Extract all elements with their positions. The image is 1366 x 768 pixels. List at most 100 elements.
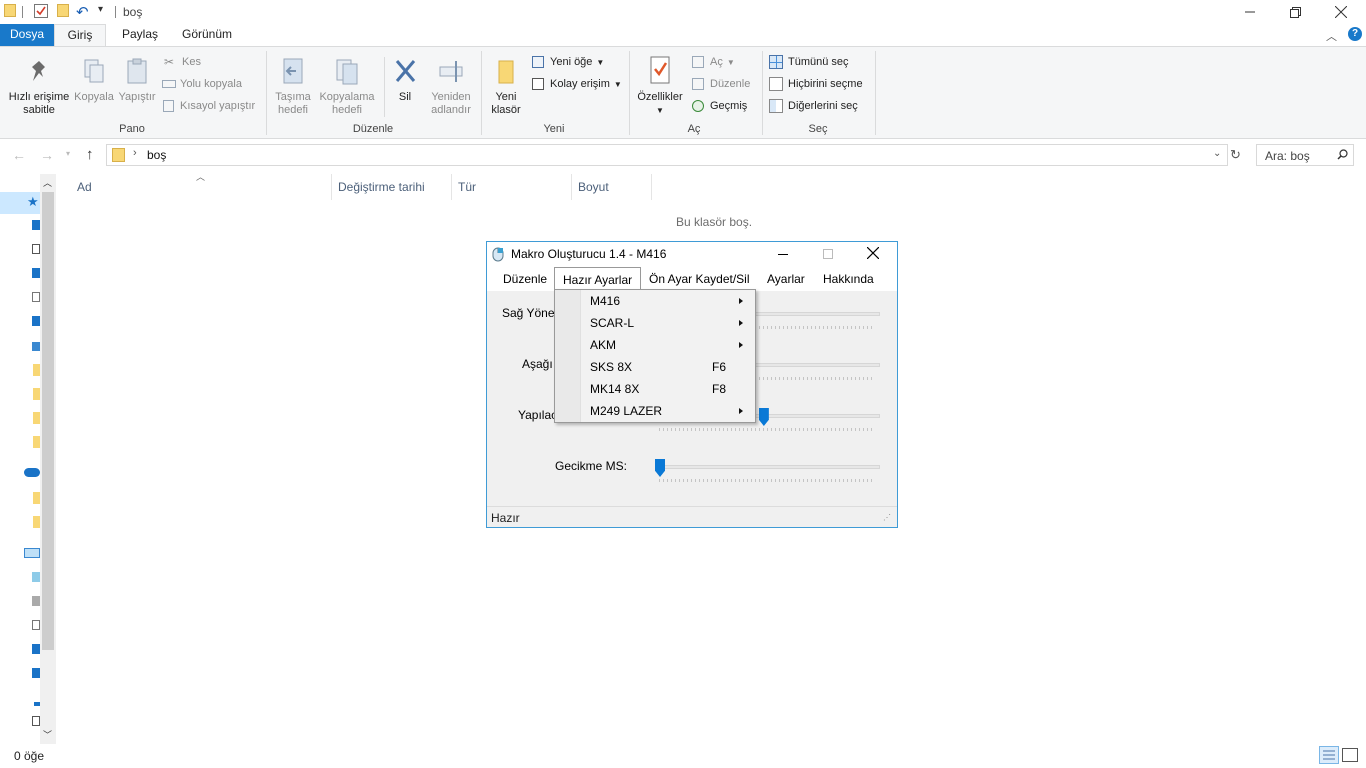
folder-icon[interactable] <box>33 412 40 424</box>
paste-button[interactable]: Yapıştır <box>116 57 158 104</box>
address-dropdown-icon[interactable]: ⌄ <box>1213 148 1221 159</box>
tab-share[interactable]: Paylaş <box>110 24 170 46</box>
preset-scar-l[interactable]: SCAR-L <box>555 312 755 334</box>
new-item-button[interactable]: Yeni öğe ▼ <box>530 53 604 71</box>
search-icon[interactable] <box>1337 149 1348 163</box>
delete-button[interactable]: Sil <box>388 57 422 104</box>
column-header-date[interactable]: Değiştirme tarihi <box>338 178 425 198</box>
folder-icon[interactable] <box>33 436 40 448</box>
forward-arrow-icon[interactable]: → <box>40 147 54 163</box>
properties-button[interactable]: Özellikler ▼ <box>634 55 686 117</box>
menu-settings[interactable]: Ayarlar <box>759 267 813 291</box>
pictures-icon[interactable] <box>32 316 40 326</box>
folder-icon[interactable] <box>33 364 40 376</box>
rename-button[interactable]: Yeniden adlandır <box>426 57 476 117</box>
new-folder-label: Yeni klasör <box>491 91 521 116</box>
divider <box>451 174 452 200</box>
tab-home[interactable]: Giriş <box>54 24 106 46</box>
scroll-up-icon[interactable]: ︿ <box>43 176 52 189</box>
group-label-open: Aç <box>687 123 701 135</box>
downloads-icon[interactable] <box>32 644 40 654</box>
recent-locations-icon[interactable]: ▾ <box>66 149 70 158</box>
menu-save-preset[interactable]: Ön Ayar Kaydet/Sil <box>641 267 758 291</box>
restore-button[interactable] <box>1272 0 1318 24</box>
resize-grip-icon[interactable]: ⋰ <box>883 513 891 522</box>
back-arrow-icon[interactable]: ← <box>12 147 26 163</box>
folder-icon[interactable] <box>33 516 40 528</box>
edit-button[interactable]: Düzenle <box>690 75 750 93</box>
divider <box>384 57 385 117</box>
document-icon[interactable] <box>32 244 40 254</box>
tab-file[interactable]: Dosya <box>0 24 54 46</box>
copy-path-button[interactable]: Yolu kopyala <box>160 75 242 93</box>
monitor-icon[interactable] <box>32 342 40 351</box>
slider-third-thumb[interactable] <box>758 408 769 426</box>
music-icon[interactable] <box>32 668 40 678</box>
paste-shortcut-button[interactable]: Kısayol yapıştır <box>160 97 255 115</box>
downloads-icon[interactable] <box>32 268 40 278</box>
label-delay: Gecikme MS: <box>555 459 628 473</box>
column-header-name[interactable]: Ad <box>77 178 92 198</box>
dialog-minimize-button[interactable] <box>778 254 788 255</box>
3d-objects-icon[interactable] <box>32 572 40 582</box>
document-icon[interactable] <box>32 620 40 630</box>
preset-akm[interactable]: AKM <box>555 334 755 356</box>
preset-sks-8x[interactable]: SKS 8X F6 <box>555 356 755 378</box>
select-none-button[interactable]: Hiçbirini seçme <box>768 75 863 93</box>
copy-button[interactable]: Kopyala <box>74 57 114 104</box>
desktop-icon[interactable] <box>32 220 40 230</box>
this-pc-icon[interactable] <box>24 548 40 558</box>
invert-selection-button[interactable]: Diğerlerini seç <box>768 97 858 115</box>
breadcrumb-folder[interactable]: boş <box>147 148 166 162</box>
help-icon[interactable]: ? <box>1348 27 1362 41</box>
properties-qa-icon[interactable] <box>34 4 48 18</box>
undo-icon[interactable]: ↶ <box>76 3 89 21</box>
history-button[interactable]: Geçmiş <box>690 97 747 115</box>
select-all-button[interactable]: Tümünü seç <box>768 53 849 71</box>
minimize-button[interactable] <box>1227 0 1273 24</box>
scroll-down-icon[interactable]: ﹀ <box>43 728 52 741</box>
menu-about[interactable]: Hakkında <box>815 267 882 291</box>
search-box[interactable]: Ara: boş <box>1256 144 1354 166</box>
address-bar[interactable]: › boş ⌄ <box>106 144 1228 166</box>
details-view-icon[interactable] <box>1319 746 1339 764</box>
copy-to-button[interactable]: Kopyalama hedefi <box>318 57 376 117</box>
menu-presets[interactable]: Hazır Ayarlar <box>554 267 642 291</box>
collapse-ribbon-icon[interactable]: ︿ <box>1326 28 1337 44</box>
file-icon[interactable] <box>32 716 40 726</box>
customize-qa-icon[interactable]: ▾ <box>98 4 103 15</box>
tab-view[interactable]: Görünüm <box>170 24 244 46</box>
slider-delay-thumb[interactable] <box>655 459 665 477</box>
move-to-button[interactable]: Taşıma hedefi <box>270 57 316 117</box>
slider-delay-track[interactable] <box>659 465 880 469</box>
file-icon[interactable] <box>32 292 40 302</box>
large-icons-view-icon[interactable] <box>1342 748 1358 762</box>
preset-m416[interactable]: M416 <box>555 290 755 312</box>
new-folder-qa-icon[interactable] <box>57 4 69 17</box>
preset-mk14-8x[interactable]: MK14 8X F8 <box>555 378 755 400</box>
scissors-icon: ✂ <box>164 55 175 69</box>
search-input[interactable]: Ara: boş <box>1265 149 1310 163</box>
copy-icon <box>84 59 104 83</box>
up-arrow-icon[interactable]: ↑ <box>86 146 94 163</box>
pin-quick-access-button[interactable]: Hızlı erişime sabitle <box>4 57 74 117</box>
preset-m249-lazer[interactable]: M249 LAZER <box>555 400 755 422</box>
refresh-icon[interactable]: ↻ <box>1230 147 1241 163</box>
nav-scroll-thumb[interactable] <box>42 192 54 650</box>
new-folder-button[interactable]: Yeni klasör <box>486 57 526 117</box>
easy-access-button[interactable]: Kolay erişim ▼ <box>530 75 622 93</box>
paste-label: Yapıştır <box>118 91 156 103</box>
menu-edit[interactable]: Düzenle <box>495 267 555 291</box>
folder-icon[interactable] <box>33 388 40 400</box>
close-button[interactable] <box>1318 0 1364 24</box>
drive-icon[interactable] <box>32 596 40 606</box>
onedrive-cloud-icon[interactable] <box>24 468 40 477</box>
submenu-arrow-icon <box>739 320 743 326</box>
column-header-size[interactable]: Boyut <box>578 178 609 198</box>
edit-icon <box>692 78 704 90</box>
open-button[interactable]: Aç ▼ <box>690 53 735 71</box>
dialog-close-button[interactable] <box>866 246 880 262</box>
folder-icon[interactable] <box>33 492 40 504</box>
column-header-type[interactable]: Tür <box>458 178 476 198</box>
cut-button[interactable]: ✂ Kes <box>162 53 201 71</box>
